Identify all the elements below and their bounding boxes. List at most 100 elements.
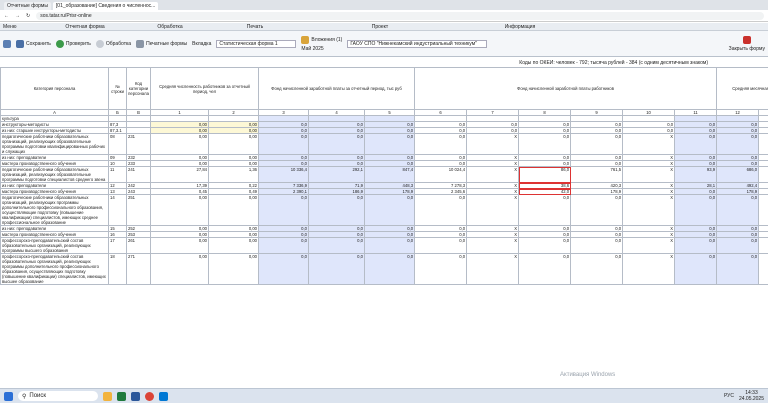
value-cell[interactable]: 0,0 [258,194,309,226]
value-cell[interactable]: 0,0 [716,237,760,254]
value-cell[interactable]: 10 024,4 [414,166,468,183]
value-cell[interactable]: X [466,194,520,226]
row-number-cell[interactable]: 08 [108,133,127,155]
form-grid[interactable]: Коды по ОКЕИ: человек - 792; тысяча рубл… [0,58,768,383]
code-cell[interactable]: 231 [126,133,151,155]
row-number-cell[interactable]: 17 [108,237,127,254]
close-form-button[interactable]: Закрыть форму [729,35,765,52]
file-explorer-icon[interactable] [103,391,112,401]
value-cell[interactable]: 0,0 [674,253,718,285]
value-cell[interactable]: 0,0 [570,253,624,285]
value-cell[interactable]: 0,0 [674,133,718,155]
value-cell[interactable]: 0,00 [208,133,259,155]
value-cell[interactable]: 0,0 [570,194,624,226]
value-cell[interactable]: 0,0 [363,237,416,254]
value-cell[interactable]: 86,0 [518,166,572,183]
attachments-button[interactable]: Вложения (1) [301,35,342,44]
value-cell[interactable]: X [622,237,676,254]
value-cell[interactable]: 0,00 [150,194,209,226]
value-cell[interactable]: 292,1 [308,166,365,183]
code-cell[interactable]: 271 [126,253,151,285]
value-cell[interactable] [758,194,768,226]
value-cell[interactable]: 0,00 [150,237,209,254]
language-indicator[interactable]: РУС [724,393,734,399]
value-cell[interactable]: 0,00 [208,253,259,285]
reload-icon[interactable]: ↻ [26,13,30,19]
value-cell[interactable]: X [622,253,676,285]
browser-tab-active[interactable]: [01_образование] Сведения о численнос... [52,2,159,10]
value-cell[interactable]: 0,0 [363,194,416,226]
value-cell[interactable]: 0,0 [518,253,572,285]
code-cell[interactable]: 251 [126,194,151,226]
category-cell[interactable]: педагогические работники образовательных… [0,166,109,183]
value-cell[interactable]: 10 336,4 [258,166,309,183]
value-cell[interactable]: 0,0 [258,237,309,254]
value-cell[interactable]: 0,0 [308,133,365,155]
group-menu[interactable]: Меню [0,24,40,30]
value-cell[interactable]: X [466,237,520,254]
value-cell[interactable]: 0,0 [716,253,760,285]
value-cell[interactable]: 27,84 [150,166,209,183]
word-icon[interactable] [131,391,140,401]
process-button[interactable]: Обработка [95,39,131,48]
value-cell[interactable]: 0,0 [716,133,760,155]
value-cell[interactable]: 847,4 [363,166,416,183]
value-cell[interactable]: 1,36 [208,166,259,183]
value-cell[interactable]: 686,0 [716,166,760,183]
value-cell[interactable]: 0,0 [674,194,718,226]
value-cell[interactable]: 0,0 [414,133,468,155]
value-cell[interactable]: 0,0 [308,237,365,254]
value-cell[interactable]: 0,0 [674,237,718,254]
value-cell[interactable] [758,237,768,254]
category-cell[interactable]: педагогические работники образовательных… [0,194,109,226]
category-cell[interactable]: профессорско-преподавательский состав об… [0,237,109,254]
code-cell[interactable]: 241 [126,166,151,183]
check-button[interactable]: Проверить [55,39,91,48]
excel-icon[interactable] [117,391,126,401]
value-cell[interactable] [758,253,768,285]
value-cell[interactable]: 0,00 [150,133,209,155]
value-cell[interactable]: 0,0 [518,237,572,254]
value-cell[interactable]: X [622,166,676,183]
value-cell[interactable]: X [466,166,520,183]
windows-start-icon[interactable] [4,391,13,401]
row-number-cell[interactable]: 14 [108,194,127,226]
clock[interactable]: 14:33 24.05.2025 [739,390,764,402]
value-cell[interactable]: 0,00 [208,194,259,226]
category-cell[interactable]: педагогические работники образовательных… [0,133,109,155]
back-icon[interactable]: ← [4,13,9,19]
row-number-cell[interactable]: 18 [108,253,127,285]
value-cell[interactable]: X [622,133,676,155]
value-cell[interactable]: X [466,253,520,285]
value-cell[interactable]: 0,0 [363,133,416,155]
value-cell[interactable]: 0,0 [716,194,760,226]
forward-icon[interactable]: → [15,13,20,19]
value-cell[interactable] [758,133,768,155]
value-cell[interactable]: 93,9 [674,166,718,183]
tab-select[interactable]: Статистическая форма 1 [216,39,297,48]
value-cell[interactable]: 0,0 [518,194,572,226]
print-button[interactable]: Печатные формы [136,39,187,48]
value-cell[interactable]: 761,5 [570,166,624,183]
save-button[interactable]: Сохранить [16,39,51,48]
value-cell[interactable]: 0,0 [414,253,468,285]
row-number-cell[interactable]: 11 [108,166,127,183]
value-cell[interactable]: 0,0 [414,194,468,226]
value-cell[interactable]: 0,0 [258,133,309,155]
value-cell[interactable]: 0,0 [258,253,309,285]
value-cell[interactable]: 0,0 [363,253,416,285]
browser-tab[interactable]: Отчетные формы [4,2,51,10]
value-cell[interactable]: 0,00 [150,253,209,285]
value-cell[interactable]: 0,0 [570,133,624,155]
value-cell[interactable]: 0,0 [414,237,468,254]
menu-icon[interactable] [3,39,11,48]
category-cell[interactable]: профессорско-преподавательский состав об… [0,253,109,285]
value-cell[interactable]: 0,0 [518,133,572,155]
telegram-icon[interactable] [159,391,168,401]
code-cell[interactable]: 261 [126,237,151,254]
value-cell[interactable]: 0,0 [570,237,624,254]
value-cell[interactable]: 0,0 [308,253,365,285]
taskbar-search[interactable]: ⚲ Поиск [18,391,98,401]
value-cell[interactable]: X [622,194,676,226]
value-cell[interactable] [758,166,768,183]
